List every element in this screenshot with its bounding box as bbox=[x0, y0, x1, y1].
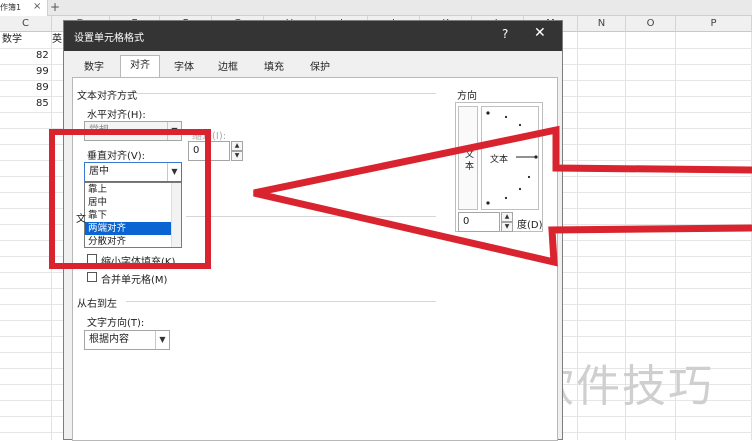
help-icon[interactable]: ? bbox=[502, 27, 508, 41]
vertical-text-button[interactable]: 文本 bbox=[458, 106, 478, 210]
dialog-tabs: 数字 对齐 字体 边框 填充 保护 bbox=[72, 55, 558, 78]
option-center[interactable]: 居中 bbox=[85, 196, 181, 209]
cell-c5[interactable]: 85 bbox=[36, 96, 49, 112]
orientation-group-title: 方向 bbox=[457, 91, 477, 102]
text-direction-select[interactable]: 根据内容 ▼ bbox=[84, 330, 170, 350]
vertical-align-dropdown[interactable]: 靠上 居中 靠下 两端对齐 分散对齐 bbox=[84, 182, 182, 248]
degrees-value: 0 bbox=[463, 216, 470, 227]
cell-c4[interactable]: 89 bbox=[36, 80, 49, 96]
column-header[interactable]: P bbox=[676, 16, 752, 32]
add-tab-icon[interactable]: + bbox=[50, 0, 60, 14]
orientation-text-label: 文本 bbox=[490, 155, 509, 165]
degrees-spinner[interactable]: 0 bbox=[458, 212, 500, 232]
shrink-to-fit-label: 缩小字体填充(K) bbox=[101, 257, 176, 268]
dialog-title: 设置单元格格式 bbox=[74, 33, 144, 44]
horizontal-align-value: 常规 bbox=[89, 125, 109, 136]
merge-cells-label: 合并单元格(M) bbox=[101, 275, 168, 286]
column-header[interactable]: O bbox=[626, 16, 676, 32]
vertical-text-label: 文本 bbox=[465, 150, 475, 172]
cell-d1[interactable]: 英 bbox=[52, 32, 62, 48]
degrees-spin-buttons[interactable]: ▲ ▼ bbox=[501, 212, 513, 232]
horizontal-align-select[interactable]: 常规 ▼ bbox=[84, 121, 182, 141]
rtl-group-title: 从右到左 bbox=[77, 299, 117, 310]
vertical-align-select[interactable]: 居中 ▼ bbox=[84, 162, 182, 182]
orientation-dial[interactable]: 文本 bbox=[481, 106, 539, 210]
indent-value: 0 bbox=[193, 145, 200, 156]
text-control-group-title: 文 bbox=[76, 214, 86, 225]
spin-down-icon[interactable]: ▼ bbox=[231, 151, 243, 161]
chevron-down-icon: ▼ bbox=[167, 122, 181, 140]
tab-border[interactable]: 边框 bbox=[210, 57, 246, 77]
cell-c3[interactable]: 99 bbox=[36, 64, 49, 80]
workbook-tab[interactable]: 作簿1 × bbox=[0, 0, 48, 16]
close-icon[interactable]: ✕ bbox=[534, 25, 546, 41]
group-divider bbox=[136, 93, 436, 94]
tab-fill[interactable]: 填充 bbox=[256, 57, 292, 77]
merge-cells-checkbox[interactable] bbox=[87, 272, 97, 282]
cell-c2[interactable]: 82 bbox=[36, 48, 49, 64]
chevron-down-icon: ▼ bbox=[155, 331, 169, 349]
chevron-down-icon: ▼ bbox=[167, 163, 181, 181]
tab-font[interactable]: 字体 bbox=[166, 57, 202, 77]
column-header[interactable]: C bbox=[0, 16, 52, 32]
group-divider bbox=[126, 301, 436, 302]
indent-spinner[interactable]: 0 bbox=[188, 141, 230, 161]
option-top[interactable]: 靠上 bbox=[85, 183, 181, 196]
text-direction-label: 文字方向(T): bbox=[87, 318, 145, 329]
option-distributed[interactable]: 分散对齐 bbox=[85, 235, 181, 248]
spin-up-icon[interactable]: ▲ bbox=[501, 212, 513, 222]
option-bottom[interactable]: 靠下 bbox=[85, 209, 181, 222]
degrees-label: 度(D) bbox=[517, 220, 543, 231]
close-icon[interactable]: × bbox=[33, 1, 41, 12]
option-justify[interactable]: 两端对齐 bbox=[85, 222, 181, 235]
spin-down-icon[interactable]: ▼ bbox=[501, 222, 513, 232]
vertical-align-label: 垂直对齐(V): bbox=[87, 151, 146, 162]
text-alignment-group-title: 文本对齐方式 bbox=[77, 91, 137, 102]
column-header[interactable]: N bbox=[578, 16, 626, 32]
indent-spin-buttons[interactable]: ▲ ▼ bbox=[231, 141, 243, 161]
text-direction-value: 根据内容 bbox=[89, 334, 129, 345]
indent-label: 缩进(I): bbox=[192, 131, 227, 142]
dropdown-scrollbar[interactable] bbox=[171, 183, 181, 247]
tab-number[interactable]: 数字 bbox=[76, 57, 112, 77]
shrink-to-fit-checkbox[interactable] bbox=[87, 254, 97, 264]
workbook-tab-bar: 作簿1 × + bbox=[0, 0, 752, 16]
group-divider bbox=[186, 216, 436, 217]
workbook-tab-title: 作簿1 bbox=[0, 3, 22, 12]
horizontal-align-label: 水平对齐(H): bbox=[87, 110, 146, 121]
tab-alignment[interactable]: 对齐 bbox=[120, 55, 160, 78]
dialog-titlebar[interactable]: 设置单元格格式 ? ✕ bbox=[64, 21, 562, 51]
vertical-align-value: 居中 bbox=[89, 166, 109, 177]
tab-protection[interactable]: 保护 bbox=[302, 57, 338, 77]
cell-c1[interactable]: 数学 bbox=[2, 32, 22, 48]
spin-up-icon[interactable]: ▲ bbox=[231, 141, 243, 151]
